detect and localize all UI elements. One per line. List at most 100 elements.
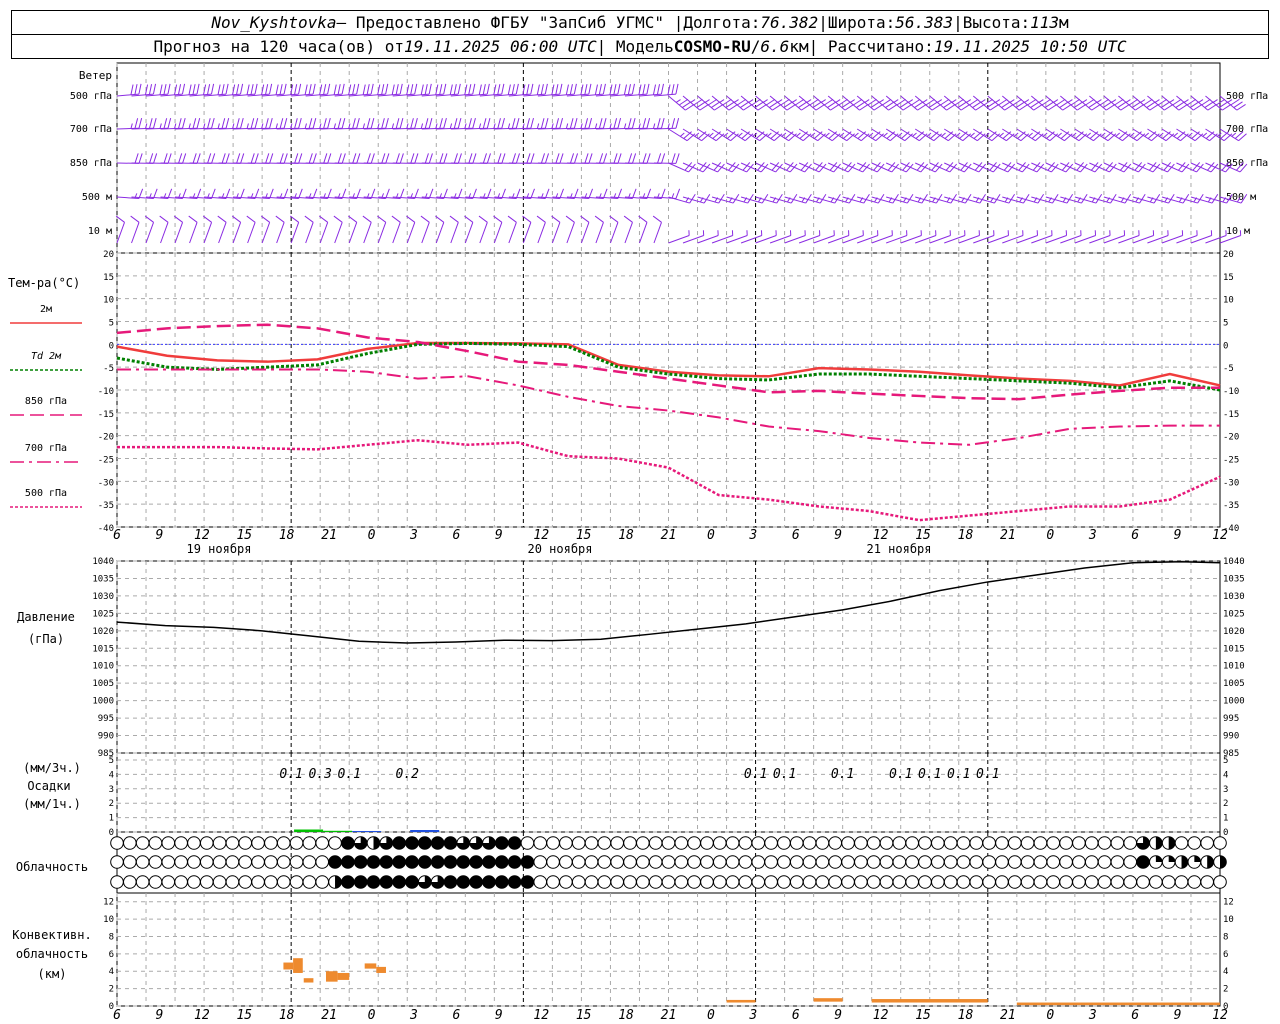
cloud-circle (764, 855, 778, 869)
cloud-circle (533, 875, 548, 889)
wind-barb-feather (1013, 132, 1019, 137)
wind-barb-feather (559, 118, 564, 129)
wind-barb-feather (294, 153, 299, 164)
wind-barb-staff (711, 128, 731, 142)
wind-barb-feather (1173, 132, 1179, 137)
wind-barb (958, 194, 986, 204)
wind-barb-feather (385, 83, 389, 95)
wind-barb-feather (333, 123, 336, 129)
wind-barb-feather (530, 83, 534, 95)
cloud-cover-symbol (1097, 875, 1112, 889)
cloud-cover-symbol (559, 855, 573, 869)
wind-barb-feather (163, 84, 167, 95)
cloud-full (405, 875, 419, 889)
cloud-cover-symbol (571, 836, 586, 850)
wind-barb (1031, 128, 1059, 142)
precip-tick-label-right: 2 (1223, 799, 1228, 809)
cloud-cover-symbol (1213, 855, 1227, 869)
wind-level-label-right: 10 м (1226, 226, 1250, 237)
wind-barb-feather (588, 83, 592, 95)
cloud-cover-symbol (636, 855, 650, 869)
temp-legend-label: Td 2м (31, 351, 62, 362)
cloud-circle (174, 836, 188, 850)
wind-barb (1190, 128, 1218, 142)
wind-barb (1002, 128, 1030, 142)
conv-tick-label: 6 (109, 950, 114, 960)
wind-barb-staff (174, 222, 184, 244)
pressure-tick-label-right: 995 (1223, 714, 1239, 724)
cloud-cover-symbol (661, 836, 676, 850)
wind-barb-feather (1144, 132, 1150, 137)
wind-barb (813, 95, 840, 111)
wind-barb-feather (443, 153, 448, 164)
cloud-full (508, 855, 521, 869)
wind-barb-staff (697, 128, 717, 142)
cloud-cover-symbol (123, 875, 137, 889)
wind-barb-feather (211, 118, 215, 129)
wind-barb-feather (472, 83, 476, 95)
wind-barb-staff (856, 128, 877, 142)
cloud-circle (225, 875, 240, 889)
wind-barb-feather (406, 215, 416, 223)
cloud-cover-symbol (1020, 875, 1035, 889)
conv-tick-label-right: 10 (1223, 915, 1234, 925)
cloud-circle (148, 836, 163, 850)
wind-barb-feather (435, 215, 445, 223)
conv-x-tick-label: 21 (661, 1008, 677, 1023)
wind-barb-feather (565, 215, 575, 223)
cloud-cover-symbol (1059, 855, 1073, 869)
cloud-cover-symbol (1007, 875, 1022, 889)
wind-barb-feather (1115, 132, 1121, 137)
wind-barb-feather (839, 132, 845, 137)
cloud-cover-symbol (1136, 855, 1150, 869)
cloud-cover-symbol (546, 855, 560, 869)
cloud-full (380, 875, 393, 889)
wind-barb (668, 95, 695, 111)
cloud-cover-symbol (187, 855, 201, 869)
wind-barb-staff (1176, 128, 1196, 142)
cloud-cover-symbol (123, 855, 137, 869)
cloud-cover-symbol (866, 855, 881, 869)
wind-barb (755, 194, 783, 204)
wind-barb-feather (627, 153, 633, 164)
cloud-circle (276, 855, 291, 869)
temp-tick-label: -35 (98, 501, 114, 511)
conv-x-tick-label: 12 (533, 1008, 549, 1023)
wind-barb-feather (970, 132, 975, 137)
wind-barb-feather (269, 153, 274, 164)
wind-barb-feather (449, 215, 459, 223)
cloud-circle (982, 836, 996, 850)
cloud-cover-symbol (418, 875, 432, 889)
cloud-cover-symbol (456, 875, 471, 889)
wind-barb-feather (217, 84, 221, 95)
cloud-circle (315, 855, 330, 869)
cloud-circle (892, 855, 907, 869)
wind-barb-feather (134, 118, 139, 129)
cloud-circle (174, 855, 188, 869)
wind-barb-staff (755, 128, 775, 142)
cloud-circle (905, 855, 919, 869)
wind-barb-feather (333, 215, 343, 223)
wind-barb-staff (943, 128, 964, 142)
wind-barb-feather (333, 84, 337, 95)
cloud-cover-symbol (738, 875, 753, 889)
cloud-cover-symbol (546, 875, 560, 889)
wind-barb-staff (493, 222, 503, 244)
wind-barb-feather (497, 153, 502, 164)
conv-bar (813, 998, 843, 1002)
wind-barb (1190, 95, 1217, 111)
temp-x-tick-label: 0 (707, 528, 715, 543)
temp-tick-label-right: 5 (1223, 319, 1228, 329)
cloud-circle (1046, 836, 1061, 850)
wind-barb (943, 95, 971, 111)
wind-barb (159, 215, 169, 244)
wind-barb-feather (675, 153, 680, 164)
wind-barb-feather (134, 84, 138, 95)
temp-tick-label: -20 (98, 433, 114, 443)
wind-barb-feather (319, 123, 322, 129)
cloud-cover-symbol (648, 855, 663, 869)
cloud-cover-symbol (1097, 855, 1112, 869)
wind-barb-feather (791, 99, 797, 103)
cloud-circle (135, 836, 150, 850)
wind-barb-staff (740, 128, 760, 142)
